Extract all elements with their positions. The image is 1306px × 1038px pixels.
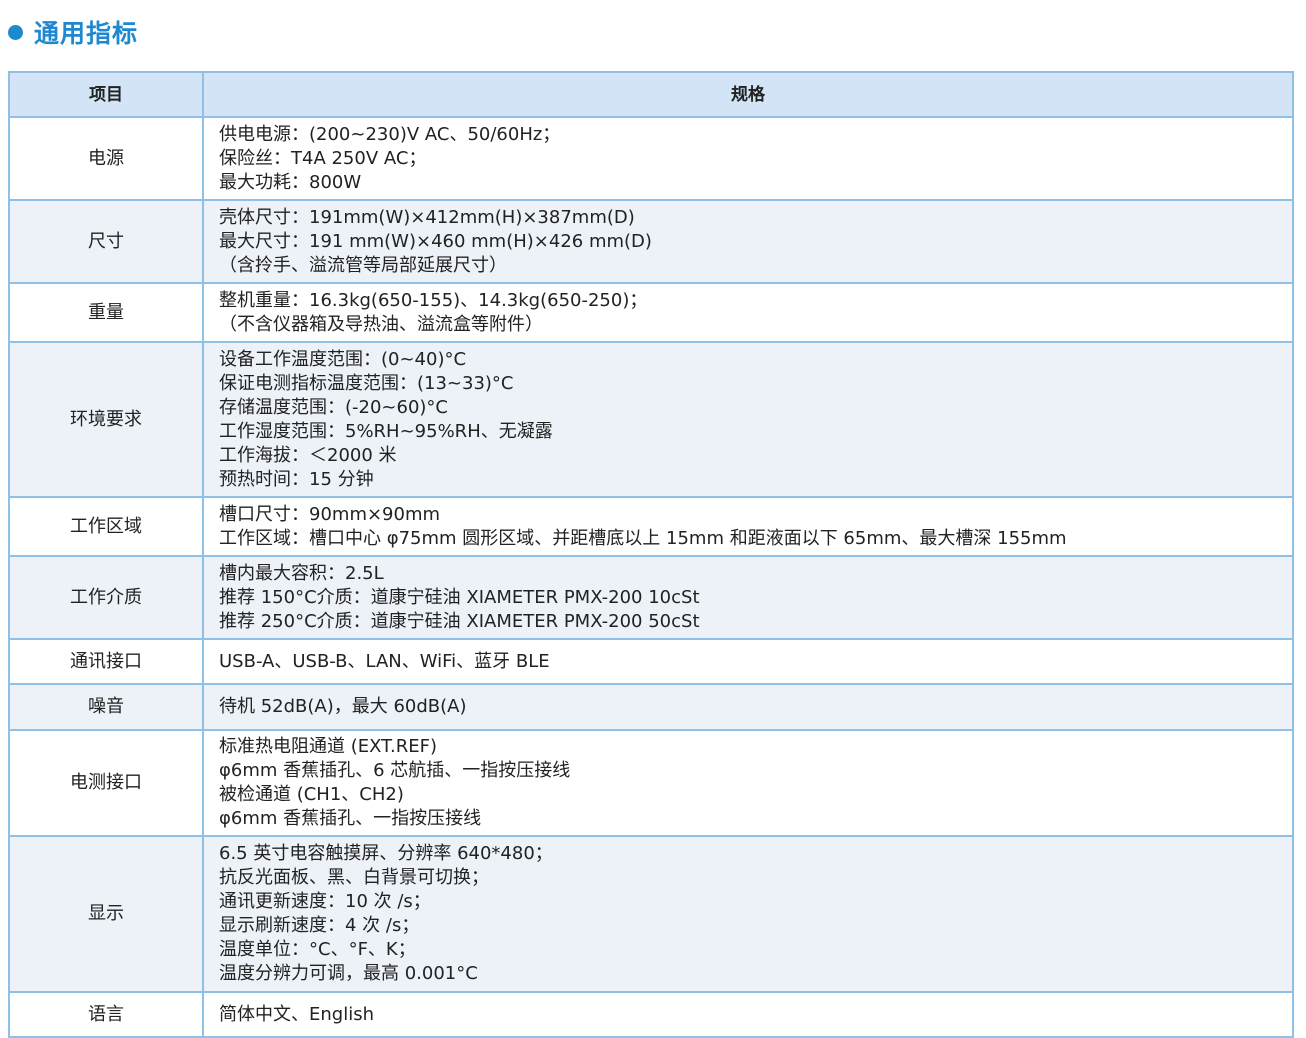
spec-line: 简体中文、English (219, 1003, 374, 1025)
table-row: 工作介质 槽内最大容积：2.5L 推荐 150°C介质：道康宁硅油 XIAMETER… (8, 555, 1294, 640)
row-spec: 待机 52dB(A)，最大 60dB(A) (202, 683, 1294, 731)
spec-line: 通讯更新速度：10 次 /s； (219, 891, 431, 912)
spec-line: 供电电源：(200~230)V AC、50/60Hz； (219, 123, 561, 145)
section-title: 通用指标 (8, 14, 138, 50)
bullet-icon (8, 24, 23, 40)
row-item: 噪音 (8, 683, 204, 731)
row-item: 重量 (8, 282, 204, 343)
spec-line: 预热时间：15 分钟 (219, 468, 374, 490)
row-item: 环境要求 (8, 341, 204, 498)
spec-line: φ6mm 香蕉插孔、一指按压接线 (219, 808, 482, 829)
row-item: 语言 (8, 991, 204, 1038)
table-header: 项目 规格 (8, 71, 1294, 118)
spec-line: 槽内最大容积：2.5L (219, 562, 384, 584)
table-row: 电测接口 标准热电阻通道 (EXT.REF) φ6mm 香蕉插孔、6 芯航插、一指按… (8, 729, 1294, 837)
spec-line: 最大功耗：800W (219, 171, 362, 193)
section-title-text: 通用指标 (34, 19, 139, 48)
table-row: 噪音 待机 52dB(A)，最大 60dB(A) (8, 683, 1294, 731)
table-row: 环境要求 设备工作温度范围：(0~40)°C 保证电测指标温度范围：(13~33)°… (8, 341, 1294, 498)
spec-line: 设备工作温度范围：(0~40)°C (219, 348, 467, 370)
row-spec: 槽内最大容积：2.5L 推荐 150°C介质：道康宁硅油 XIAMETER PMX… (202, 555, 1294, 640)
row-spec: 设备工作温度范围：(0~40)°C 保证电测指标温度范围：(13~33)°C 存储温… (202, 341, 1294, 498)
row-spec: 供电电源：(200~230)V AC、50/60Hz； 保险丝：T4A 250V … (202, 116, 1294, 201)
spec-line: 温度单位：°C、°F、K； (219, 939, 416, 960)
spec-line: 温度分辨力可调，最高 0.001°C (219, 963, 478, 984)
row-spec: 整机重量：16.3kg(650-155)、14.3kg(650-250)； （不含… (202, 282, 1294, 343)
spec-line: 推荐 150°C介质：道康宁硅油 XIAMETER PMX-200 10cSt (219, 586, 700, 608)
table-row: 通讯接口 USB-A、USB-B、LAN、WiFi、蓝牙 BLE (8, 638, 1294, 685)
row-spec: USB-A、USB-B、LAN、WiFi、蓝牙 BLE (202, 638, 1294, 685)
table-row: 工作区域 槽口尺寸：90mm×90mm 工作区域：槽口中心 φ75mm 圆形区域、并… (8, 496, 1294, 557)
spec-line: 6.5 英寸电容触摸屏、分辨率 640*480； (219, 843, 553, 864)
spec-line: USB-A、USB-B、LAN、WiFi、蓝牙 BLE (219, 650, 550, 672)
row-spec: 6.5 英寸电容触摸屏、分辨率 640*480； 抗反光面板、黑、白背景可切换； 通… (202, 835, 1294, 993)
spec-line: 保证电测指标温度范围：(13~33)°C (219, 372, 514, 394)
row-spec: 标准热电阻通道 (EXT.REF) φ6mm 香蕉插孔、6 芯航插、一指按压接线被… (202, 729, 1294, 837)
row-item: 工作介质 (8, 555, 204, 640)
row-spec: 槽口尺寸：90mm×90mm 工作区域：槽口中心 φ75mm 圆形区域、并距槽底以… (202, 496, 1294, 557)
spec-line: 整机重量：16.3kg(650-155)、14.3kg(650-250)； (219, 289, 648, 311)
spec-line: 抗反光面板、黑、白背景可切换； (219, 867, 489, 888)
spec-line: 显示刷新速度：4 次 /s； (219, 915, 420, 936)
spec-line: 保险丝：T4A 250V AC； (219, 147, 427, 169)
spec-line: 存储温度范围：(-20~60)°C (219, 396, 448, 418)
row-item: 电测接口 (8, 729, 204, 837)
spec-line: 槽口尺寸：90mm×90mm (219, 503, 441, 525)
spec-table: 项目 规格 电源 供电电源：(200~230)V AC、50/60Hz； 保险丝：T… (8, 71, 1294, 1038)
header-item: 项目 (8, 71, 204, 118)
table-row: 电源 供电电源：(200~230)V AC、50/60Hz； 保险丝：T4A 250… (8, 116, 1294, 201)
spec-line: 推荐 250°C介质：道康宁硅油 XIAMETER PMX-200 50cSt (219, 610, 700, 632)
spec-line: 最大尺寸：191 mm(W)×460 mm(H)×426 mm(D) (219, 230, 652, 252)
spec-line: （不含仪器箱及导热油、溢流盒等附件） (219, 313, 543, 335)
spec-line: 被检通道 (CH1、CH2) (219, 784, 404, 805)
row-spec: 简体中文、English (202, 991, 1294, 1038)
header-spec: 规格 (202, 71, 1294, 118)
table-row: 语言 简体中文、English (8, 991, 1294, 1038)
spec-line: φ6mm 香蕉插孔、6 芯航插、一指按压接线 (219, 760, 571, 781)
row-item: 工作区域 (8, 496, 204, 557)
table-row: 尺寸 壳体尺寸：191mm(W)×412mm(H)×387mm(D) 最大尺寸：19… (8, 199, 1294, 284)
row-item: 电源 (8, 116, 204, 201)
spec-line: 工作湿度范围：5%RH~95%RH、无凝露 (219, 420, 553, 442)
spec-line: 待机 52dB(A)，最大 60dB(A) (219, 696, 467, 717)
table-row: 显示 6.5 英寸电容触摸屏、分辨率 640*480； 抗反光面板、黑、白背景可切换… (8, 835, 1294, 993)
row-item: 通讯接口 (8, 638, 204, 685)
row-item: 显示 (8, 835, 204, 993)
spec-line: （含拎手、溢流管等局部延展尺寸） (219, 254, 507, 276)
table-row: 重量 整机重量：16.3kg(650-155)、14.3kg(650-250)；（… (8, 282, 1294, 343)
spec-line: 标准热电阻通道 (EXT.REF) (219, 736, 437, 757)
spec-line: 工作海拔：＜2000 米 (219, 444, 397, 466)
row-item: 尺寸 (8, 199, 204, 284)
row-spec: 壳体尺寸：191mm(W)×412mm(H)×387mm(D) 最大尺寸：191 … (202, 199, 1294, 284)
spec-line: 壳体尺寸：191mm(W)×412mm(H)×387mm(D) (219, 206, 635, 228)
spec-line: 工作区域：槽口中心 φ75mm 圆形区域、并距槽底以上 15mm 和距液面以下 … (219, 527, 1067, 549)
